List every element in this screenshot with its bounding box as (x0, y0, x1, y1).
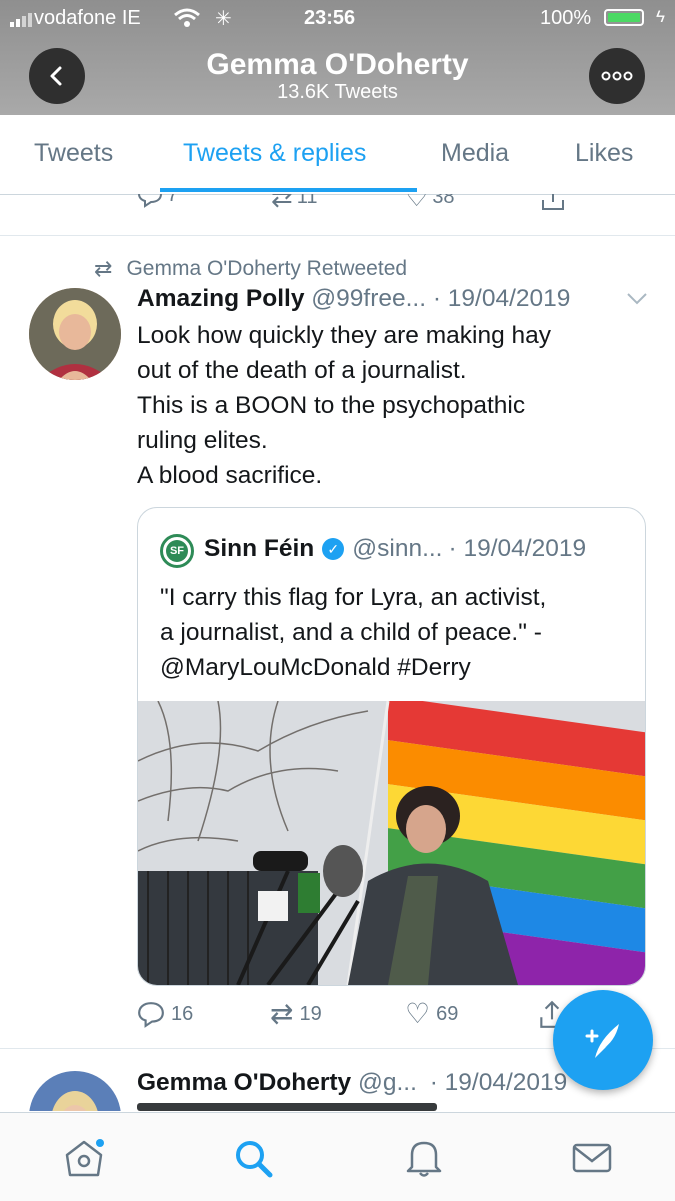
quoted-text-line: @MaryLouMcDonald #Derry (160, 654, 471, 681)
like-button[interactable]: ♡ 69 (405, 1000, 458, 1028)
more-options-button[interactable] (589, 48, 645, 104)
nav-messages[interactable] (570, 1137, 614, 1184)
charging-bolt-icon: ϟ (656, 7, 665, 26)
battery-icon (604, 9, 644, 26)
reply-count: 16 (171, 1002, 194, 1025)
quoted-text-line: "I carry this flag for Lyra, an activist… (160, 584, 547, 611)
tab-likes[interactable]: Likes (575, 139, 633, 168)
tweet-text-line: This is a BOON to the psychopathic (137, 392, 526, 419)
carrier-name: vodafone IE (34, 7, 141, 29)
loading-spinner-icon: ✳ (215, 8, 232, 30)
avatar-photo (29, 1071, 121, 1111)
bell-icon (406, 1141, 442, 1177)
tweet-header: Amazing Polly @99free... · 19/04/2019 (137, 285, 570, 313)
retweet-context-text: Gemma O'Doherty Retweeted (126, 257, 408, 280)
avatar[interactable] (29, 1071, 121, 1111)
tweet-header: Gemma O'Doherty @g... · 19/04/2019 (137, 1069, 567, 1097)
tweet-date: · 19/04/2019 (432, 285, 571, 312)
retweet-button[interactable]: ⇄ 19 (270, 1000, 322, 1028)
home-icon (65, 1139, 104, 1177)
tweet-text: Look how quickly they are making hay out… (137, 318, 657, 493)
wifi-icon (174, 8, 200, 27)
nav-search[interactable] (232, 1137, 276, 1184)
bottom-navigation (0, 1112, 675, 1201)
share-icon (542, 194, 564, 210)
author-name[interactable]: Amazing Polly (137, 285, 304, 312)
logo-mark: SF (166, 540, 188, 562)
quoted-tweet-text: "I carry this flag for Lyra, an activist… (160, 580, 630, 685)
quoted-tweet-date: · 19/04/2019 (448, 535, 587, 562)
quoted-author-name: Sinn Féin (204, 535, 315, 562)
reply-button[interactable]: 16 (137, 1000, 193, 1028)
quoted-text-line: a journalist, and a child of peace." - (160, 619, 542, 646)
heart-icon: ♡ (405, 194, 429, 212)
mail-icon (572, 1143, 612, 1173)
tweet-count: 13.6K Tweets (277, 81, 398, 103)
previous-tweet-actions: 7 ⇄ 11 ♡ 38 (0, 194, 675, 216)
avatar-photo (29, 288, 121, 380)
prev-like-button[interactable]: ♡ 38 (405, 194, 455, 213)
profile-header: vodafone IE ✳ 23:56 100% ϟ Gemma O'Doher… (0, 0, 675, 115)
prev-retweet-button[interactable]: ⇄ 11 (271, 194, 318, 213)
author-handle[interactable]: @g... (358, 1069, 417, 1096)
nav-home[interactable] (62, 1137, 106, 1184)
sinn-fein-logo: SF (160, 534, 194, 568)
tab-tweets[interactable]: Tweets (34, 139, 113, 168)
profile-tabs: Tweets Tweets & replies Media Likes (0, 115, 675, 195)
signal-icon (10, 13, 32, 27)
tweet-text-line: out of the death of a journalist. (137, 357, 467, 384)
nav-notifications[interactable] (402, 1137, 446, 1184)
tab-media[interactable]: Media (441, 139, 509, 168)
retweet-small-icon: ⇄ (94, 256, 113, 281)
retweet-icon: ⇄ (270, 998, 294, 1029)
more-dots-icon (601, 71, 633, 81)
prev-share-button[interactable] (540, 194, 566, 212)
retweet-icon: ⇄ (271, 194, 293, 212)
avatar[interactable] (29, 288, 121, 380)
quoted-tweet-header: Sinn Féin ✓ @sinn... · 19/04/2019 (204, 535, 586, 563)
clock: 23:56 (304, 7, 356, 29)
verified-badge-icon: ✓ (322, 538, 345, 560)
quoted-author-handle: @sinn... (352, 535, 443, 562)
active-tab-indicator (160, 188, 417, 192)
tab-tweets-and-replies[interactable]: Tweets & replies (183, 139, 366, 168)
author-handle[interactable]: @99free... (311, 285, 426, 312)
tweet-text-line: ruling elites. (137, 427, 268, 454)
prev-like-count: 38 (432, 194, 455, 208)
battery-percent: 100% (540, 7, 592, 29)
prev-reply-button[interactable]: 7 (137, 194, 178, 208)
chevron-down-icon[interactable] (626, 292, 648, 306)
prev-retweet-count: 11 (296, 194, 318, 208)
search-icon (236, 1141, 273, 1178)
author-name[interactable]: Gemma O'Doherty (137, 1069, 351, 1096)
profile-name: Gemma O'Doherty (206, 48, 469, 81)
reply-icon (137, 194, 163, 208)
tweet-text-line: A blood sacrifice. (137, 462, 323, 489)
quoted-tweet[interactable]: SF Sinn Féin ✓ @sinn... · 19/04/2019 "I … (137, 507, 646, 986)
retweet-context: ⇄ Gemma O'Doherty Retweeted (94, 256, 407, 282)
tweet-date: · 19/04/2019 (429, 1069, 568, 1096)
like-count: 69 (436, 1002, 459, 1025)
heart-icon: ♡ (405, 998, 431, 1029)
tweet-text-cutoff (137, 1103, 437, 1111)
compose-tweet-button[interactable] (553, 990, 653, 1090)
tweet-photo[interactable] (138, 701, 645, 985)
retweet-count: 19 (299, 1002, 322, 1025)
prev-reply-count: 7 (167, 194, 179, 206)
reply-icon (138, 1002, 164, 1028)
status-bar: vodafone IE ✳ 23:56 100% ϟ (0, 0, 675, 38)
tweet-text-line: Look how quickly they are making hay (137, 322, 551, 349)
compose-feather-icon (585, 1024, 619, 1058)
